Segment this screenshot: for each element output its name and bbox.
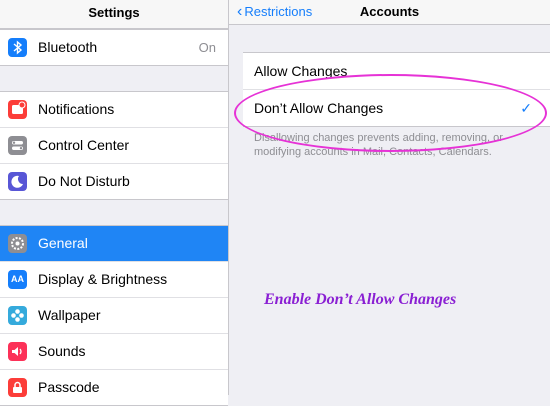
sidebar-item-label: General [38, 235, 88, 251]
sidebar-item-label: Bluetooth [38, 39, 98, 55]
sidebar-title: Settings [0, 0, 228, 29]
notifications-icon [8, 100, 27, 119]
sidebar-item-control-center[interactable]: Control Center [0, 128, 228, 164]
gear-icon [8, 234, 27, 253]
sidebar-group-connectivity: Bluetooth On [0, 29, 228, 66]
bluetooth-status: On [198, 40, 216, 55]
account-change-options: Allow Changes Don’t Allow Changes ✓ [243, 52, 550, 127]
sidebar-item-sounds[interactable]: Sounds [0, 334, 228, 370]
sidebar-group-alerts: Notifications Control Center Do Not Dist… [0, 91, 228, 200]
bluetooth-icon [8, 38, 27, 57]
sidebar-item-label: Passcode [38, 379, 100, 395]
sounds-icon [8, 342, 27, 361]
option-dont-allow-changes[interactable]: Don’t Allow Changes ✓ [243, 89, 550, 126]
sidebar-item-label: Display & Brightness [38, 271, 168, 287]
nav-bar: ‹ Restrictions Accounts [229, 0, 550, 25]
sidebar-item-label: Wallpaper [38, 307, 101, 323]
accounts-panel: ‹ Restrictions Accounts Allow Changes Don… [229, 0, 550, 395]
sidebar-item-general[interactable]: General [0, 226, 228, 262]
back-button[interactable]: ‹ Restrictions [237, 0, 312, 24]
moon-icon [8, 172, 27, 191]
settings-sidebar: Settings Bluetooth On Notifications Cont… [0, 0, 229, 406]
control-center-icon [8, 136, 27, 155]
wallpaper-icon [8, 306, 27, 325]
sidebar-item-bluetooth[interactable]: Bluetooth On [0, 30, 228, 65]
sidebar-item-passcode[interactable]: Passcode [0, 370, 228, 405]
lock-icon [8, 378, 27, 397]
option-label: Don’t Allow Changes [254, 100, 384, 116]
chevron-left-icon: ‹ [237, 3, 243, 20]
sidebar-item-label: Notifications [38, 101, 115, 117]
display-icon: AA [8, 270, 27, 289]
option-allow-changes[interactable]: Allow Changes [243, 53, 550, 89]
sidebar-item-notifications[interactable]: Notifications [0, 92, 228, 128]
option-label: Allow Changes [254, 63, 348, 79]
back-label: Restrictions [244, 4, 313, 19]
sidebar-item-label: Control Center [38, 137, 130, 153]
sidebar-item-label: Sounds [38, 343, 86, 359]
sidebar-item-display-brightness[interactable]: AA Display & Brightness [0, 262, 228, 298]
sidebar-item-do-not-disturb[interactable]: Do Not Disturb [0, 164, 228, 199]
sidebar-group-device: General AA Display & Brightness Wallpape… [0, 225, 228, 406]
annotation-caption: Enable Don’t Allow Changes [264, 291, 457, 308]
sidebar-item-label: Do Not Disturb [38, 173, 130, 189]
footnote: Disallowing changes prevents adding, rem… [254, 132, 503, 158]
sidebar-item-wallpaper[interactable]: Wallpaper [0, 298, 228, 334]
checkmark-icon: ✓ [520, 100, 532, 116]
